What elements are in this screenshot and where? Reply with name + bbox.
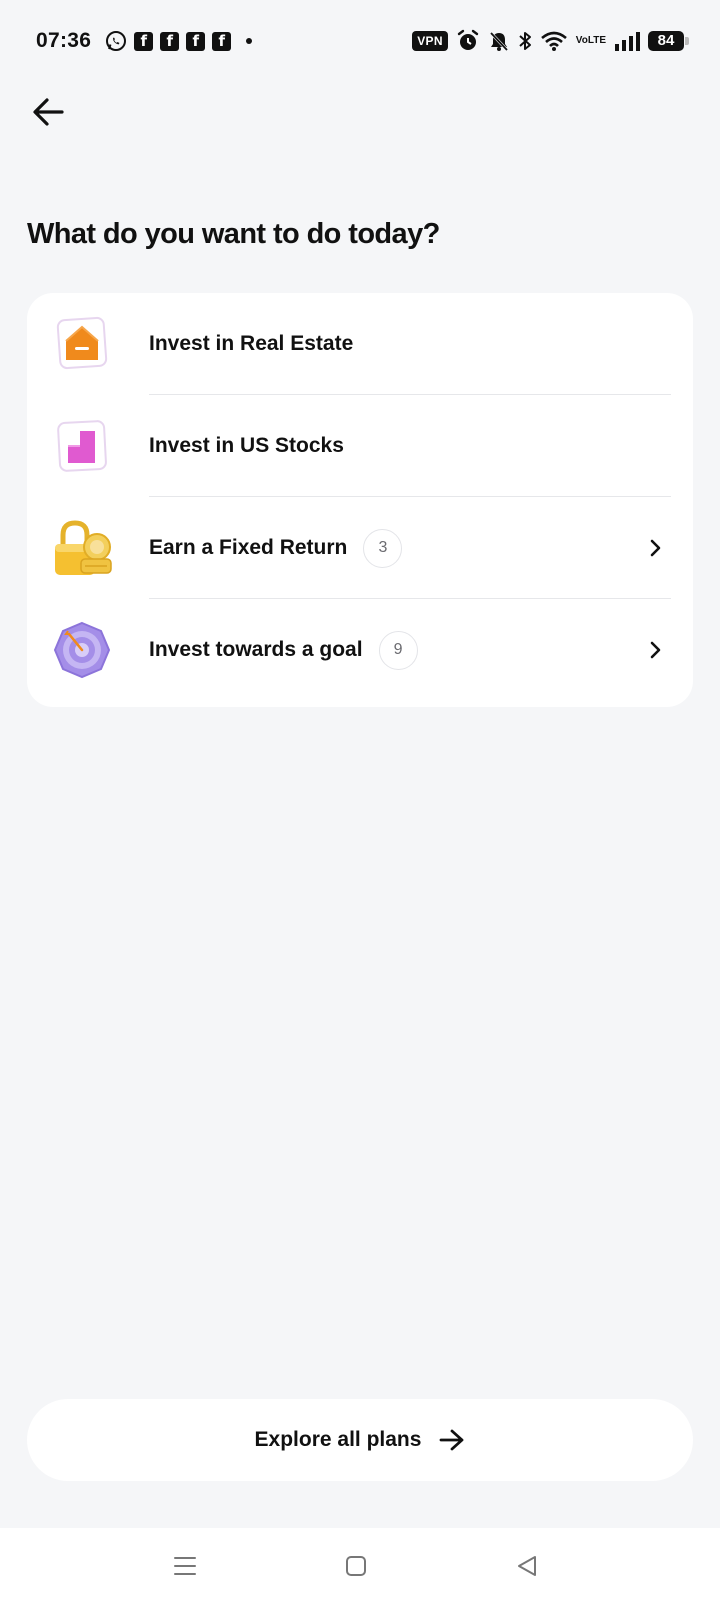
volte-icon: Vo LTE bbox=[576, 36, 606, 46]
back-nav-button[interactable] bbox=[511, 1550, 543, 1582]
option-fixed-return[interactable]: Earn a Fixed Return 3 bbox=[27, 497, 693, 599]
home-button[interactable] bbox=[340, 1550, 372, 1582]
arrow-left-icon bbox=[33, 98, 64, 126]
chevron-right-icon bbox=[650, 641, 661, 659]
signal-icon bbox=[614, 30, 640, 52]
facebook-icon: f bbox=[212, 31, 232, 51]
facebook-icon: f bbox=[134, 31, 154, 51]
facebook-icon: f bbox=[160, 31, 180, 51]
back-button[interactable] bbox=[28, 92, 68, 132]
lock-coin-icon bbox=[51, 517, 113, 579]
wifi-icon bbox=[540, 30, 568, 52]
chevron-right-icon bbox=[650, 539, 661, 557]
count-badge: 9 bbox=[378, 630, 418, 670]
notification-dot bbox=[246, 38, 253, 44]
option-label-group: Invest towards a goal 9 bbox=[149, 630, 418, 670]
explore-label: Explore all plans bbox=[254, 1428, 422, 1451]
whatsapp-icon bbox=[105, 30, 127, 52]
count-badge: 3 bbox=[363, 528, 403, 568]
battery-icon: 84 bbox=[648, 31, 689, 51]
option-us-stocks[interactable]: Invest in US Stocks bbox=[27, 395, 693, 497]
real-estate-icon bbox=[51, 313, 113, 375]
option-goal[interactable]: Invest towards a goal 9 bbox=[27, 599, 693, 701]
system-nav-bar bbox=[0, 1528, 720, 1604]
page-title: What do you want to do today? bbox=[27, 218, 440, 250]
alarm-icon bbox=[456, 29, 480, 53]
home-square-icon bbox=[346, 1556, 366, 1576]
system-icons: VPN Vo LTE 84 bbox=[412, 29, 689, 53]
us-stocks-icon bbox=[51, 415, 113, 477]
bluetooth-icon bbox=[518, 30, 532, 52]
target-goal-icon bbox=[51, 619, 113, 681]
volte-bottom: LTE bbox=[587, 35, 606, 46]
menu-icon bbox=[174, 1557, 196, 1575]
arrow-right-icon bbox=[440, 1429, 464, 1451]
back-triangle-icon bbox=[518, 1556, 536, 1576]
status-bar: 07:36 f f f f VPN Vo LTE 84 bbox=[0, 0, 720, 82]
option-label: Invest in Real Estate bbox=[149, 332, 354, 355]
mute-icon bbox=[488, 30, 510, 52]
options-card: Invest in Real Estate Invest in US Stock… bbox=[27, 293, 693, 707]
option-label: Earn a Fixed Return bbox=[149, 536, 348, 559]
notification-icons: f f f f bbox=[105, 30, 253, 52]
option-label-group: Earn a Fixed Return 3 bbox=[149, 528, 403, 568]
vpn-badge: VPN bbox=[412, 31, 448, 51]
option-label: Invest towards a goal bbox=[149, 638, 363, 661]
explore-all-plans-button[interactable]: Explore all plans bbox=[27, 1399, 693, 1481]
recent-apps-button[interactable] bbox=[169, 1550, 201, 1582]
option-label: Invest in US Stocks bbox=[149, 434, 344, 457]
option-real-estate[interactable]: Invest in Real Estate bbox=[27, 293, 693, 395]
status-time: 07:36 bbox=[36, 29, 92, 52]
volte-top: Vo bbox=[575, 35, 588, 46]
facebook-icon: f bbox=[186, 31, 206, 51]
